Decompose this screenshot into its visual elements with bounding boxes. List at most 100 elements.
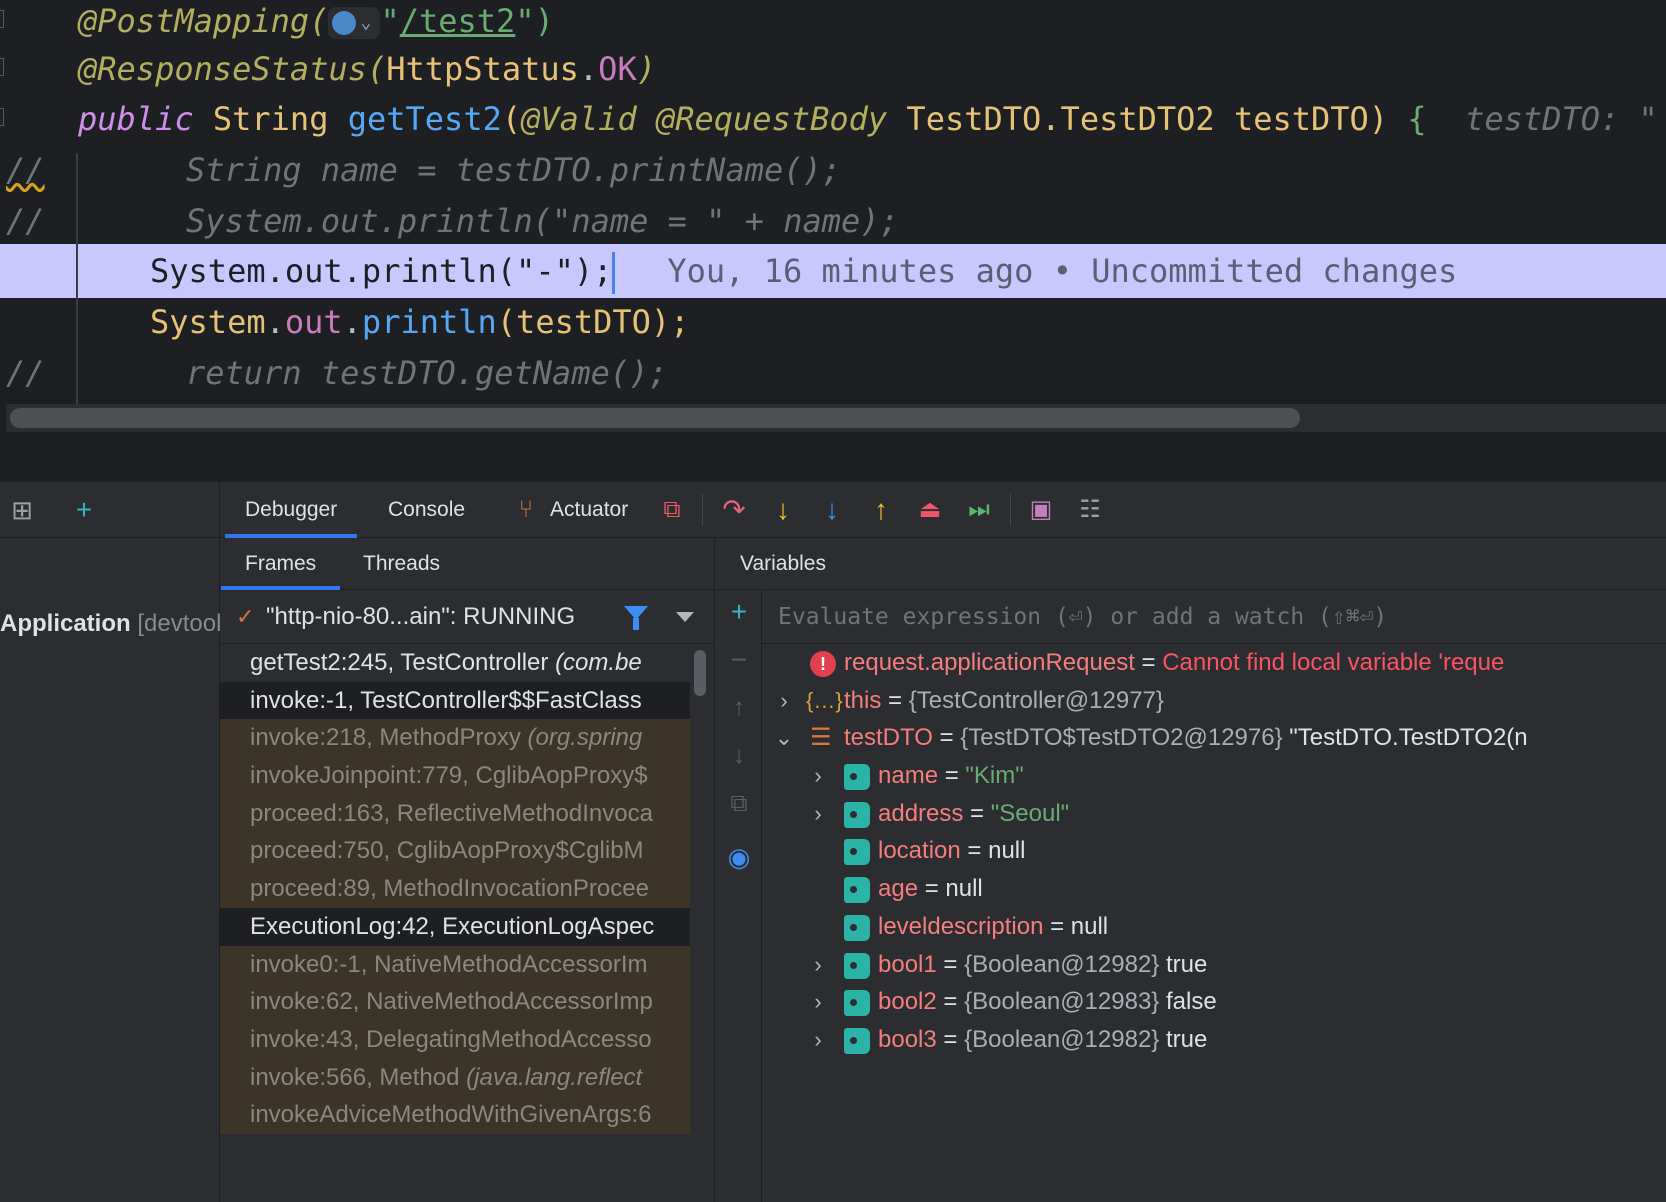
add-watch-icon[interactable]: + bbox=[721, 596, 757, 628]
drop-frame-icon[interactable]: ⏏ bbox=[912, 482, 948, 538]
variable-row[interactable]: location = null bbox=[762, 832, 1666, 870]
filter-icon[interactable] bbox=[624, 606, 648, 630]
stack-frame[interactable]: ExecutionLog:42, ExecutionLogAspec bbox=[220, 907, 690, 946]
frame-package: (org.spring bbox=[527, 724, 643, 752]
variable-equals: = bbox=[932, 724, 961, 752]
stack-frame[interactable]: invoke:62, NativeMethodAccessorImp bbox=[220, 983, 690, 1021]
gutter-comment-marker: // bbox=[6, 202, 45, 240]
chevron-down-icon[interactable] bbox=[676, 612, 694, 622]
move-down-icon[interactable]: ↓ bbox=[721, 742, 757, 770]
stack-frame[interactable]: invoke0:-1, NativeMethodAccessorIm bbox=[220, 945, 690, 984]
variable-row[interactable]: › name = "Kim" bbox=[762, 757, 1666, 795]
tab-debugger[interactable]: Debugger bbox=[224, 482, 358, 538]
step-into-icon[interactable]: ↓ bbox=[765, 482, 801, 538]
code-token: HttpStatus bbox=[386, 50, 579, 88]
watches-toolbar: + − ↑ ↓ ⧉ ◉ bbox=[716, 590, 762, 1202]
chevron-right-icon[interactable]: › bbox=[806, 757, 830, 795]
variable-row[interactable]: › bool3 = {Boolean@12982} true bbox=[762, 1021, 1666, 1059]
field-tag-icon bbox=[844, 1027, 870, 1054]
tab-frames[interactable]: Frames bbox=[220, 538, 341, 590]
variable-row[interactable]: age = null bbox=[762, 870, 1666, 908]
stack-frame[interactable]: invoke:43, DelegatingMethodAccesso bbox=[220, 1020, 690, 1059]
evaluate-expression-input[interactable]: Evaluate expression (⏎) or add a watch (… bbox=[762, 590, 1666, 644]
variable-row[interactable]: › address = "Seoul" bbox=[762, 795, 1666, 833]
code-editor[interactable]: @PostMapping(⌄ "/test2") @ResponseStatus(H… bbox=[0, 0, 1666, 512]
frame-package: (java.lang.reflect bbox=[466, 1063, 643, 1091]
code-token: System.out.println("-"); bbox=[150, 252, 613, 290]
frame-method: getTest2:245, TestController bbox=[250, 649, 556, 676]
frame-method: invokeAdviceMethodWithGivenArgs:6 bbox=[250, 1101, 652, 1129]
stack-frame[interactable]: proceed:163, ReflectiveMethodInvoca bbox=[220, 794, 690, 833]
chevron-right-icon[interactable]: › bbox=[772, 682, 796, 720]
step-over-icon[interactable]: ↷ bbox=[716, 482, 752, 538]
current-execution-line[interactable]: System.out.println("-"); You, 16 minutes … bbox=[0, 244, 1666, 298]
variable-text: bool1 = {Boolean@12982} true bbox=[878, 946, 1207, 984]
variable-row[interactable]: › bool2 = {Boolean@12983} false bbox=[762, 983, 1666, 1021]
stack-frame[interactable]: invokeAdviceMethodWithGivenArgs:6 bbox=[220, 1096, 690, 1134]
stack-frame[interactable]: invoke:218, MethodProxy (org.spring bbox=[220, 719, 690, 758]
code-token: @ResponseStatus( bbox=[78, 50, 387, 88]
tab-actuator[interactable]: Actuator bbox=[550, 482, 628, 538]
code-token: getTest2 bbox=[347, 100, 502, 138]
debug-tool-window: ⊞ + Debugger Console ⑂ Actuator ⧉ ↷ ↓ ↓ … bbox=[0, 482, 1666, 1202]
fold-marker[interactable] bbox=[0, 58, 4, 76]
stack-frame[interactable]: proceed:750, CglibAopProxy$CglibM bbox=[220, 832, 690, 871]
thread-selector[interactable]: ✓ "http-nio-80...ain": RUNNING bbox=[220, 590, 714, 644]
stack-frame[interactable]: getTest2:245, TestController (com.be bbox=[220, 644, 690, 682]
force-step-into-icon[interactable]: ↓ bbox=[814, 482, 850, 538]
variable-value: "TestDTO.TestDTO2(n bbox=[1289, 724, 1528, 752]
restore-layout-icon[interactable]: ⧉ bbox=[654, 482, 690, 538]
code-line[interactable]: @ResponseStatus(HttpStatus.OK) bbox=[0, 42, 1666, 96]
settings-list-icon[interactable]: ☷ bbox=[1072, 482, 1108, 538]
run-to-cursor-icon[interactable]: ⏭ bbox=[961, 482, 997, 538]
code-line[interactable]: @PostMapping(⌄ "/test2") bbox=[0, 0, 1666, 48]
endpoint-globe-icon[interactable]: ⌄ bbox=[328, 7, 381, 39]
session-label[interactable]: Application [devtools] bbox=[0, 610, 240, 638]
code-token: ); bbox=[650, 303, 690, 341]
stack-frame[interactable]: invoke:-1, TestController$$FastClass bbox=[220, 681, 690, 720]
stack-frame[interactable]: proceed:89, MethodInvocationProcee bbox=[220, 870, 690, 908]
variable-row[interactable]: ! request.applicationRequest = Cannot fin… bbox=[762, 644, 1666, 682]
remove-watch-icon[interactable]: − bbox=[721, 644, 757, 676]
eye-icon[interactable]: ◉ bbox=[721, 842, 757, 873]
toolbar-left-section: ⊞ + bbox=[0, 482, 220, 538]
variable-row[interactable]: leveldescription = null bbox=[762, 908, 1666, 946]
code-line[interactable]: // System.out.println("name = " + name); bbox=[0, 194, 1666, 248]
frames-scrollbar[interactable] bbox=[694, 650, 706, 696]
variable-name: location bbox=[878, 837, 961, 865]
chevron-right-icon[interactable]: › bbox=[806, 983, 830, 1021]
chevron-right-icon[interactable]: › bbox=[806, 795, 830, 833]
duplicate-watch-icon[interactable]: ⧉ bbox=[721, 790, 757, 818]
tab-console[interactable]: Console bbox=[388, 482, 465, 538]
layout-icon[interactable]: ⊞ bbox=[4, 482, 40, 538]
chevron-down-icon[interactable]: ⌄ bbox=[772, 719, 796, 757]
code-line[interactable]: System.out.println(testDTO); bbox=[0, 295, 1666, 349]
variable-row[interactable]: › bool1 = {Boolean@12982} true bbox=[762, 946, 1666, 984]
variable-text: age = null bbox=[878, 870, 983, 908]
field-tag-icon bbox=[844, 764, 870, 791]
chevron-right-icon[interactable]: › bbox=[806, 946, 830, 984]
variable-value: null bbox=[988, 837, 1026, 865]
field-tag-icon bbox=[844, 952, 870, 979]
add-icon[interactable]: + bbox=[66, 482, 102, 538]
stack-frame[interactable]: invoke:566, Method (java.lang.reflect bbox=[220, 1058, 690, 1097]
tab-threads[interactable]: Threads bbox=[363, 538, 440, 590]
variable-row[interactable]: ⌄ ☰ testDTO = {TestDTO$TestDTO2@12976} "Te… bbox=[762, 719, 1666, 757]
step-out-icon[interactable]: ↑ bbox=[863, 482, 899, 538]
move-up-icon[interactable]: ↑ bbox=[721, 694, 757, 722]
code-line[interactable]: // return testDTO.getName(); bbox=[0, 346, 1666, 400]
variable-text: this = {TestController@12977} bbox=[844, 682, 1164, 720]
fold-marker[interactable] bbox=[0, 10, 4, 28]
sessions-sidebar: Application [devtools] bbox=[0, 538, 240, 1202]
code-line[interactable]: public String getTest2(@Valid @RequestBo… bbox=[0, 92, 1666, 146]
variable-row[interactable]: › {…} this = {TestController@12977} bbox=[762, 682, 1666, 720]
code-line[interactable]: // String name = testDTO.printName(); bbox=[0, 143, 1666, 197]
chevron-right-icon[interactable]: › bbox=[806, 1021, 830, 1059]
variable-value: Cannot find local variable 'reque bbox=[1162, 649, 1505, 676]
fold-marker[interactable] bbox=[0, 108, 4, 126]
code-text: return testDTO.getName(); bbox=[186, 346, 668, 400]
evaluate-icon[interactable]: ▣ bbox=[1023, 482, 1059, 538]
stack-frame[interactable]: invokeJoinpoint:779, CglibAopProxy$ bbox=[220, 757, 690, 795]
horizontal-scrollbar-thumb[interactable] bbox=[10, 408, 1300, 428]
code-token: testDTO bbox=[1233, 100, 1369, 138]
